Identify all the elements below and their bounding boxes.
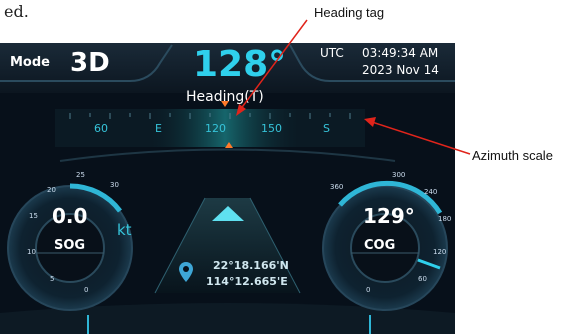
cog-value: 129°	[363, 204, 415, 228]
longitude-value: 114°12.665'E	[206, 275, 288, 288]
sog-value: 0.0	[52, 204, 88, 228]
direction-arrow-icon	[212, 206, 244, 221]
sog-tick: 5	[50, 275, 55, 283]
heading-tag-callout: Heading tag	[314, 5, 385, 20]
cog-tick: 360	[330, 183, 344, 191]
heading-value: 128°	[193, 44, 287, 85]
cog-tick: 180	[438, 215, 452, 223]
cog-label: COG	[364, 238, 396, 253]
utc-label: UTC	[320, 46, 344, 60]
utc-time: 03:49:34 AM	[362, 46, 439, 60]
sog-tick: 15	[29, 212, 38, 220]
azimuth-label: 120	[205, 122, 226, 135]
utc-date: 2023 Nov 14	[362, 63, 439, 77]
cog-tick: 120	[433, 248, 447, 256]
sog-tick: 20	[47, 186, 56, 194]
location-pin-icon	[179, 262, 193, 282]
cog-tick: 300	[392, 171, 406, 179]
sog-tick: 30	[110, 181, 119, 189]
azimuth-label: E	[155, 122, 162, 135]
cog-tick: 60	[418, 275, 427, 283]
speed-unit: kt	[117, 221, 132, 239]
navigation-display: Mode 3D 128° UTC 03:49:34 AM 2023 Nov 14…	[0, 43, 455, 334]
heading-label: Heading(T)	[186, 89, 264, 105]
document-text-fragment: ed.	[4, 2, 29, 21]
sog-tick: 25	[76, 171, 85, 179]
cog-tick: 240	[424, 188, 438, 196]
sog-tick: 10	[27, 248, 36, 256]
azimuth-scale-callout: Azimuth scale	[472, 148, 553, 163]
azimuth-label: S	[323, 122, 330, 135]
sog-label: SOG	[54, 238, 86, 253]
mode-value: 3D	[70, 48, 110, 78]
display-decoration	[0, 44, 455, 334]
cog-tick: 0	[366, 286, 371, 294]
sog-tick: 0	[84, 286, 89, 294]
azimuth-label: 150	[261, 122, 282, 135]
azimuth-label: 60	[94, 122, 108, 135]
mode-label: Mode	[10, 55, 50, 70]
latitude-value: 22°18.166'N	[213, 259, 289, 272]
